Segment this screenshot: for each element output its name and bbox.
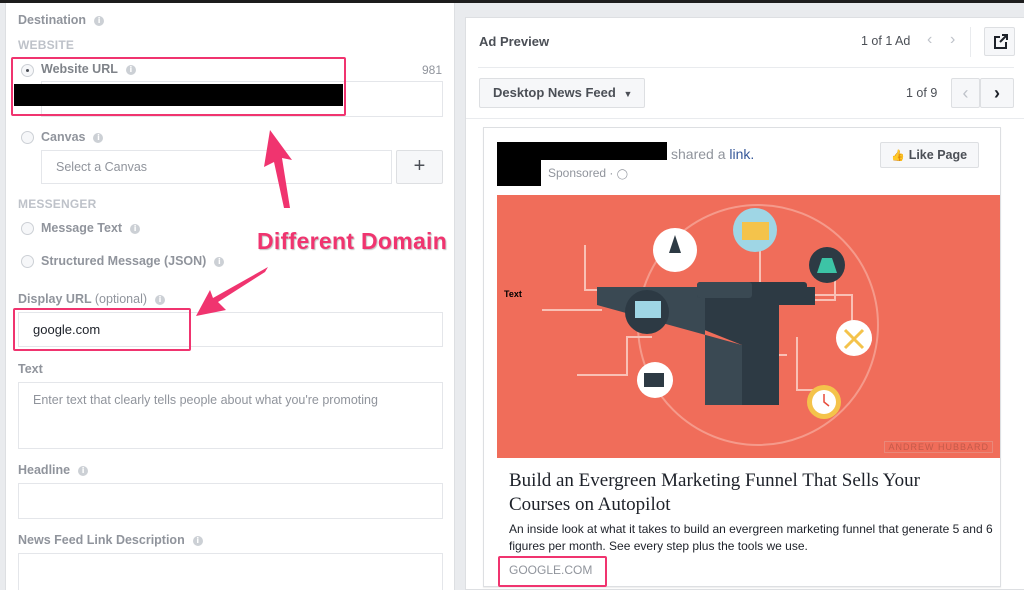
message-text-radio[interactable]: [21, 222, 34, 235]
headline-input[interactable]: [18, 483, 443, 519]
post-headline[interactable]: Build an Evergreen Marketing Funnel That…: [509, 469, 984, 517]
canvas-radio[interactable]: [21, 131, 34, 144]
chevron-right-icon[interactable]: ›: [950, 31, 955, 49]
info-icon[interactable]: i: [94, 16, 105, 26]
redacted-avatar: [497, 142, 541, 186]
open-preview-button[interactable]: [984, 27, 1015, 56]
next-placement-button[interactable]: ›: [980, 78, 1014, 108]
link-word[interactable]: link.: [729, 146, 754, 162]
text-label: Text: [18, 362, 43, 376]
add-canvas-button[interactable]: +: [396, 150, 443, 184]
placement-counter: 1 of 9: [906, 86, 938, 100]
caret-down-icon: ▼: [623, 89, 633, 99]
like-page-button[interactable]: 👍 Like Page: [880, 142, 979, 168]
arrow-down-left-icon: [196, 267, 268, 316]
destination-label: Destination i: [18, 13, 105, 27]
arrow-up-icon: [264, 130, 292, 208]
headline-label: Headline i: [18, 463, 89, 477]
info-icon[interactable]: i: [130, 224, 141, 234]
link-description-input[interactable]: [18, 553, 443, 590]
structured-message-radio[interactable]: [21, 255, 34, 268]
divider: [466, 118, 1024, 119]
text-textarea[interactable]: Enter text that clearly tells people abo…: [18, 382, 443, 449]
external-link-icon: [994, 34, 1008, 49]
website-url-highlight: [11, 57, 346, 116]
messenger-section-heading: MESSENGER: [18, 197, 97, 211]
different-domain-annotation: Different Domain: [257, 228, 448, 254]
image-watermark: ANDREW HUBBARD: [884, 441, 993, 453]
prev-placement-button[interactable]: ‹: [951, 78, 980, 108]
website-section-heading: WEBSITE: [18, 38, 75, 52]
thumbs-up-icon: 👍: [891, 150, 905, 162]
link-description-label: News Feed Link Description i: [18, 533, 203, 547]
ad-preview-title: Ad Preview: [479, 34, 550, 49]
display-url-label: Display URL (optional) i: [18, 292, 166, 306]
globe-icon: ◯: [616, 169, 628, 180]
placement-dropdown[interactable]: Desktop News Feed ▼: [479, 78, 645, 108]
shared-link-text: shared a link.: [671, 146, 755, 162]
canvas-label: Canvas i: [41, 130, 104, 144]
display-url-highlight: [13, 308, 191, 351]
annotation-arrows: [196, 130, 292, 316]
info-icon[interactable]: i: [93, 133, 104, 143]
info-icon[interactable]: i: [192, 536, 203, 546]
post-description: An inside look at what it takes to build…: [509, 522, 993, 553]
domain-highlight: [498, 556, 607, 587]
ad-image[interactable]: Text ANDREW HUBBARD: [497, 195, 1000, 458]
website-url-char-count: 981: [422, 63, 443, 77]
info-icon[interactable]: i: [78, 466, 89, 476]
funnel-illustration: [542, 204, 879, 446]
info-icon[interactable]: i: [155, 295, 166, 305]
divider: [478, 67, 1014, 68]
sponsored-label: Sponsored · ◯: [548, 166, 628, 180]
chevron-left-icon[interactable]: ‹: [927, 31, 932, 49]
ad-counter: 1 of 1 Ad: [861, 34, 911, 48]
message-text-label: Message Text i: [41, 221, 141, 235]
divider: [970, 27, 971, 57]
